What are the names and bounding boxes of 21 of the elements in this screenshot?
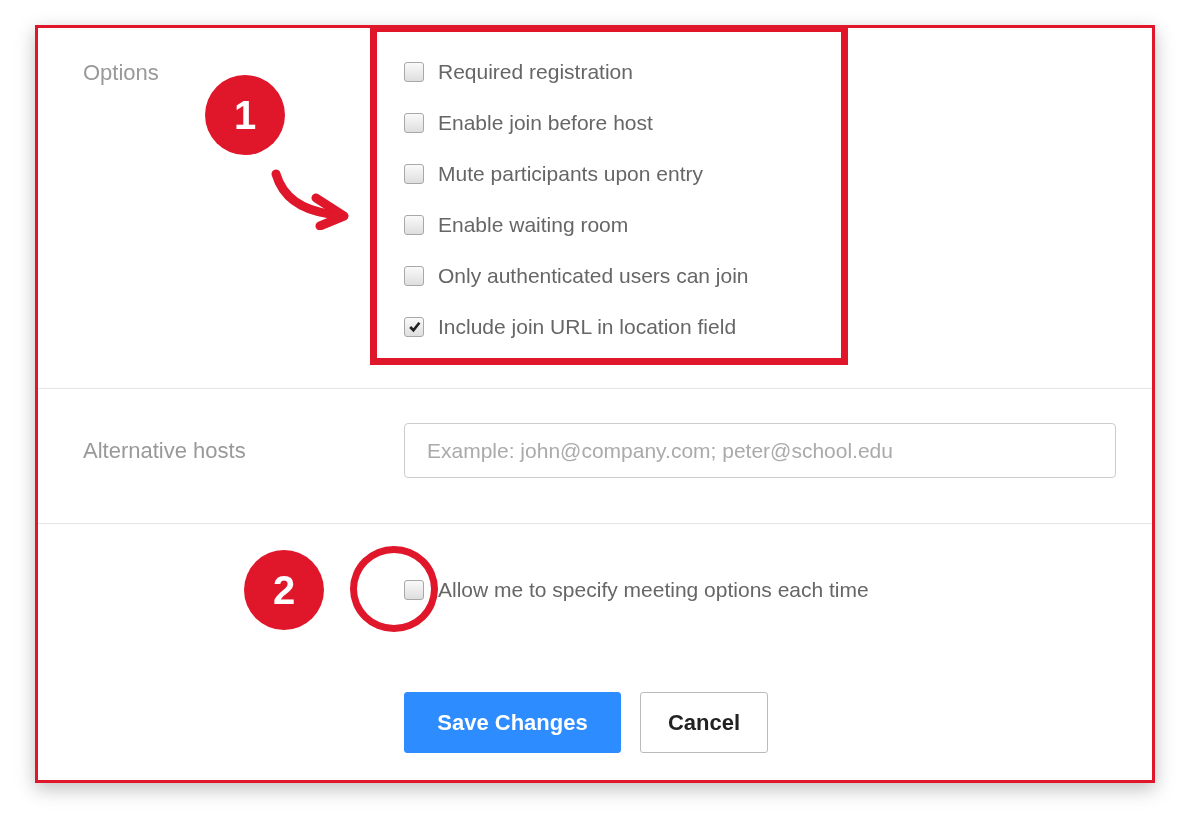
checkbox[interactable]: [404, 579, 424, 600]
cancel-button[interactable]: Cancel: [640, 692, 768, 753]
alternative-hosts-input[interactable]: Example: john@company.com; peter@school.edu: [404, 423, 1116, 478]
checkbox-label: Enable join before host: [438, 110, 653, 135]
checkbox-label: Allow me to specify meeting options each time: [438, 577, 869, 602]
checkbox[interactable]: [404, 214, 424, 235]
checkbox-label: Only authenticated users can join: [438, 263, 749, 288]
checkbox[interactable]: [404, 163, 424, 184]
checkbox-label: Enable waiting room: [438, 212, 629, 237]
checkbox[interactable]: [404, 61, 424, 82]
step-badge: 2: [244, 550, 324, 630]
checkbox[interactable]: [404, 265, 424, 286]
check-icon: [407, 320, 421, 333]
checkbox-label: Required registration: [438, 59, 633, 84]
checkbox-label: Mute participants upon entry: [438, 161, 703, 186]
checkbox[interactable]: [404, 112, 424, 133]
checkbox[interactable]: [404, 316, 424, 337]
alternative-hosts-label: Alternative hosts: [83, 437, 247, 464]
options-label: Options: [83, 60, 159, 85]
checkbox-label: Include join URL in location field: [438, 314, 737, 339]
step-badge: 1: [205, 75, 285, 155]
